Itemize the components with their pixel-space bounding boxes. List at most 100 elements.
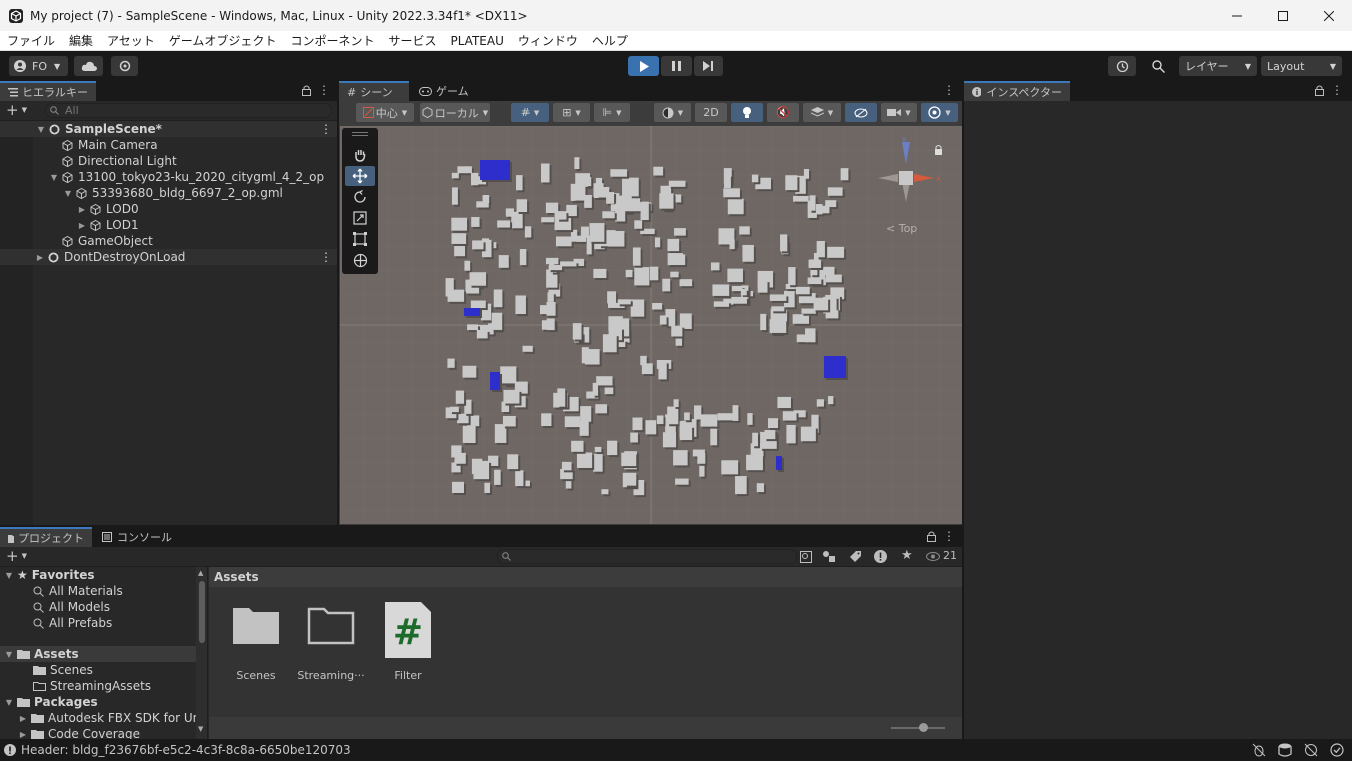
hierarchy-item[interactable]: GameObject [0,233,337,249]
more-options-icon[interactable]: ⋮ [318,83,330,99]
tree-item[interactable]: Scenes [33,662,93,678]
scale-tool[interactable] [345,208,375,228]
status-message[interactable]: Header: bldg_f23676bf-e5c2-4c3f-8c8a-665… [21,743,351,757]
more-options-icon[interactable]: ⋮ [1331,83,1343,99]
scene-view[interactable]: y x < Top [340,126,962,524]
menu-plateau[interactable]: PLATEAU [450,34,503,48]
collapse-arrow-icon[interactable]: ▶ [18,730,28,739]
lock-icon[interactable] [302,85,311,96]
menu-services[interactable]: サービス [388,32,436,49]
tree-item[interactable]: ▶ Code Coverage [18,726,140,739]
collapse-arrow-icon[interactable]: ▶ [77,205,87,214]
asset-item-scenes[interactable]: Scenes [221,602,291,682]
camera-dropdown[interactable]: ▼ [881,103,917,122]
add-icon[interactable]: + ▼ [6,548,27,565]
transform-tool[interactable] [345,250,375,270]
label-tag-icon[interactable] [849,550,862,563]
rect-tool[interactable] [345,229,375,249]
more-options-icon[interactable]: ⋮ [943,529,955,545]
cloud-button[interactable] [74,56,103,76]
expand-arrow-icon[interactable]: ▼ [4,698,14,707]
grid-snap-toggle[interactable]: #̶ ▼ [511,103,549,122]
expand-arrow-icon[interactable]: ▼ [4,650,14,659]
move-tool[interactable] [345,166,375,186]
hierarchy-item[interactable]: ▶ LOD0 [0,201,337,217]
tree-item[interactable]: All Materials [33,583,123,599]
lock-icon[interactable] [1315,85,1324,96]
zoom-slider[interactable] [891,727,945,729]
database-icon[interactable] [1278,743,1292,757]
menu-file[interactable]: ファイル [7,32,55,49]
more-options-icon[interactable]: ⋮ [320,122,332,136]
warning-filter-icon[interactable] [874,550,887,563]
maximize-button[interactable] [1260,0,1306,31]
filter-by-type-icon[interactable] [822,550,836,563]
menu-component[interactable]: コンポーネント [290,32,374,49]
layers-dropdown[interactable]: レイヤー ▼ [1179,56,1257,76]
menu-window[interactable]: ウィンドウ [518,32,578,49]
expand-arrow-icon[interactable]: ▼ [36,125,46,134]
hierarchy-item[interactable]: Main Camera [0,137,337,153]
collab-button[interactable] [111,56,138,76]
debug-off-icon[interactable] [1252,743,1266,757]
hierarchy-item[interactable]: ▼ 53393680_bldg_6697_2_op.gml [0,185,337,201]
tree-item[interactable]: StreamingAssets [33,678,151,694]
auto-generate-lighting-icon[interactable] [1304,743,1318,757]
tab-hierarchy[interactable]: ヒエラルキー [0,81,96,101]
hierarchy-item[interactable]: ▼ SampleScene* ⋮ [0,121,337,137]
hierarchy-item[interactable]: ▼ 13100_tokyo23-ku_2020_citygml_4_2_op [0,169,337,185]
layout-dropdown[interactable]: Layout ▼ [1261,56,1342,76]
tree-scrollbar[interactable]: ▲ ▼ [196,567,207,739]
collapse-arrow-icon[interactable]: ▶ [77,221,87,230]
tab-game[interactable]: ゲーム [411,81,477,101]
hierarchy-item[interactable]: ▶ DontDestroyOnLoad ⋮ [0,249,337,265]
hierarchy-item[interactable]: Directional Light [0,153,337,169]
hierarchy-search-input[interactable]: All [45,103,332,118]
pivot-dropdown[interactable]: 中心 ▼ [356,103,414,122]
favorite-star-icon[interactable]: ★ [901,548,913,563]
more-options-icon[interactable]: ⋮ [320,250,332,264]
add-icon[interactable]: + ▼ [6,102,27,119]
scroll-up-icon[interactable]: ▲ [198,569,203,577]
tree-item[interactable]: All Prefabs [33,615,112,631]
increment-snap-dropdown[interactable]: ⊫ ▼ [594,103,630,122]
tree-scroll-thumb[interactable] [199,581,205,643]
check-circle-icon[interactable] [1330,743,1344,757]
menu-gameobject[interactable]: ゲームオブジェクト [169,32,277,49]
menu-edit[interactable]: 編集 [69,32,93,49]
breadcrumb-assets[interactable]: Assets [214,570,259,584]
tab-scene[interactable]: # シーン [339,81,409,101]
minimize-button[interactable] [1214,0,1260,31]
tab-project[interactable]: プロジェクト [0,527,92,547]
orientation-gizmo[interactable]: y x [872,136,952,226]
lighting-toggle[interactable] [731,103,763,122]
collapse-arrow-icon[interactable]: ▶ [18,714,28,723]
collapse-arrow-icon[interactable]: ▶ [35,253,45,262]
effects-dropdown[interactable]: ▼ [803,103,841,122]
expand-arrow-icon[interactable]: ▼ [63,189,73,198]
lock-icon[interactable] [927,531,936,542]
play-button[interactable] [628,56,659,76]
step-button[interactable] [694,56,723,76]
hierarchy-item[interactable]: ▶ LOD1 [0,217,337,233]
more-options-icon[interactable]: ⋮ [943,83,955,99]
space-dropdown[interactable]: ローカル ▼ [420,103,490,122]
tab-inspector[interactable]: インスペクター [964,81,1070,101]
palette-handle[interactable] [352,132,368,133]
asset-item-streamingassets[interactable]: Streaming··· [296,602,366,682]
search-options-icon[interactable] [800,551,812,563]
gizmos-dropdown[interactable]: ▼ [921,103,958,122]
pause-button[interactable] [661,56,692,76]
menu-assets[interactable]: アセット [107,32,155,49]
menu-help[interactable]: ヘルプ [592,32,628,49]
history-button[interactable] [1108,56,1136,76]
hand-tool[interactable] [345,145,375,165]
close-button[interactable] [1306,0,1352,31]
audio-toggle[interactable]: 🔇 [767,103,799,122]
asset-item-filter[interactable]: # Filter [373,602,443,682]
search-button[interactable] [1144,56,1172,76]
tree-item[interactable]: ▶ Autodesk FBX SDK for Unity [18,710,207,726]
expand-arrow-icon[interactable]: ▼ [4,571,14,580]
project-search-input[interactable] [497,549,797,564]
tree-item[interactable]: All Models [33,599,110,615]
